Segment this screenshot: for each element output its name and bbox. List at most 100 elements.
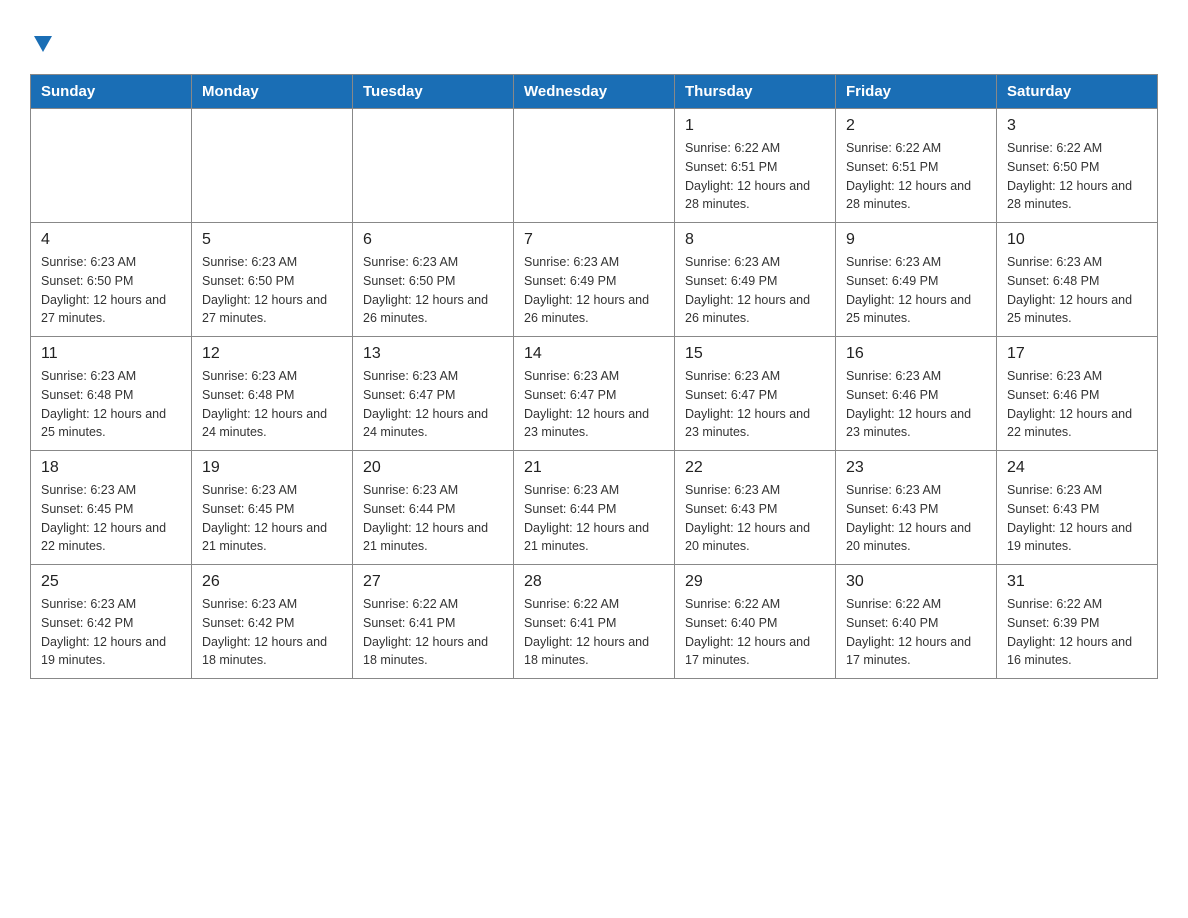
weekday-header-tuesday: Tuesday [353, 75, 514, 109]
day-info: Sunrise: 6:23 AMSunset: 6:48 PMDaylight:… [41, 367, 181, 442]
calendar-cell-5-7: 31Sunrise: 6:22 AMSunset: 6:39 PMDayligh… [997, 565, 1158, 679]
calendar-cell-4-3: 20Sunrise: 6:23 AMSunset: 6:44 PMDayligh… [353, 451, 514, 565]
day-info: Sunrise: 6:23 AMSunset: 6:46 PMDaylight:… [846, 367, 986, 442]
calendar-cell-2-6: 9 Sunrise: 6:23 AMSunset: 6:49 PMDaylight… [836, 223, 997, 337]
logo-arrow-icon [32, 32, 54, 54]
day-number: 1 [685, 117, 825, 135]
day-info: Sunrise: 6:23 AMSunset: 6:43 PMDaylight:… [846, 481, 986, 556]
calendar-cell-2-3: 6 Sunrise: 6:23 AMSunset: 6:50 PMDaylight… [353, 223, 514, 337]
day-number: 28 [524, 573, 664, 591]
day-number: 4 [41, 231, 181, 249]
calendar-cell-3-5: 15 Sunrise: 6:23 AMSunset: 6:47 PMDayligh… [675, 337, 836, 451]
day-number: 2 [846, 117, 986, 135]
day-info: Sunrise: 6:23 AMSunset: 6:44 PMDaylight:… [363, 481, 503, 556]
calendar-cell-5-3: 27 Sunrise: 6:22 AMSunset: 6:41 PMDayligh… [353, 565, 514, 679]
calendar-cell-1-3 [353, 109, 514, 223]
day-number: 18 [41, 459, 181, 477]
page-header [30, 30, 1158, 54]
calendar-week-row-4: 18 Sunrise: 6:23 AMSunset: 6:45 PMDayligh… [31, 451, 1158, 565]
day-number: 7 [524, 231, 664, 249]
day-info: Sunrise: 6:23 AMSunset: 6:49 PMDaylight:… [685, 253, 825, 328]
day-info: Sunrise: 6:23 AMSunset: 6:48 PMDaylight:… [202, 367, 342, 442]
day-number: 16 [846, 345, 986, 363]
weekday-header-monday: Monday [192, 75, 353, 109]
day-number: 25 [41, 573, 181, 591]
day-number: 14 [524, 345, 664, 363]
calendar-cell-5-2: 26 Sunrise: 6:23 AMSunset: 6:42 PMDayligh… [192, 565, 353, 679]
day-info: Sunrise: 6:22 AMSunset: 6:51 PMDaylight:… [846, 139, 986, 214]
day-number: 10 [1007, 231, 1147, 249]
calendar-cell-2-5: 8 Sunrise: 6:23 AMSunset: 6:49 PMDaylight… [675, 223, 836, 337]
calendar-cell-1-7: 3 Sunrise: 6:22 AMSunset: 6:50 PMDaylight… [997, 109, 1158, 223]
day-number: 5 [202, 231, 342, 249]
calendar-cell-5-4: 28 Sunrise: 6:22 AMSunset: 6:41 PMDayligh… [514, 565, 675, 679]
day-info: Sunrise: 6:23 AMSunset: 6:50 PMDaylight:… [202, 253, 342, 328]
day-number: 17 [1007, 345, 1147, 363]
day-number: 19 [202, 459, 342, 477]
weekday-header-saturday: Saturday [997, 75, 1158, 109]
calendar-cell-3-2: 12 Sunrise: 6:23 AMSunset: 6:48 PMDayligh… [192, 337, 353, 451]
calendar-cell-5-5: 29 Sunrise: 6:22 AMSunset: 6:40 PMDayligh… [675, 565, 836, 679]
calendar-cell-2-1: 4 Sunrise: 6:23 AMSunset: 6:50 PMDaylight… [31, 223, 192, 337]
day-info: Sunrise: 6:22 AMSunset: 6:41 PMDaylight:… [363, 595, 503, 670]
logo [30, 30, 54, 54]
day-info: Sunrise: 6:22 AMSunset: 6:40 PMDaylight:… [685, 595, 825, 670]
calendar-cell-3-7: 17 Sunrise: 6:23 AMSunset: 6:46 PMDayligh… [997, 337, 1158, 451]
calendar-cell-5-1: 25 Sunrise: 6:23 AMSunset: 6:42 PMDayligh… [31, 565, 192, 679]
calendar-cell-1-2 [192, 109, 353, 223]
calendar-table: SundayMondayTuesdayWednesdayThursdayFrid… [30, 74, 1158, 679]
calendar-week-row-5: 25 Sunrise: 6:23 AMSunset: 6:42 PMDayligh… [31, 565, 1158, 679]
weekday-header-friday: Friday [836, 75, 997, 109]
day-number: 15 [685, 345, 825, 363]
calendar-cell-1-6: 2 Sunrise: 6:22 AMSunset: 6:51 PMDaylight… [836, 109, 997, 223]
day-number: 27 [363, 573, 503, 591]
day-number: 6 [363, 231, 503, 249]
calendar-cell-3-4: 14 Sunrise: 6:23 AMSunset: 6:47 PMDayligh… [514, 337, 675, 451]
day-number: 13 [363, 345, 503, 363]
day-info: Sunrise: 6:23 AMSunset: 6:44 PMDaylight:… [524, 481, 664, 556]
day-info: Sunrise: 6:23 AMSunset: 6:47 PMDaylight:… [685, 367, 825, 442]
day-number: 31 [1007, 573, 1147, 591]
calendar-cell-5-6: 30 Sunrise: 6:22 AMSunset: 6:40 PMDayligh… [836, 565, 997, 679]
day-info: Sunrise: 6:22 AMSunset: 6:50 PMDaylight:… [1007, 139, 1147, 214]
day-info: Sunrise: 6:23 AMSunset: 6:49 PMDaylight:… [846, 253, 986, 328]
day-number: 22 [685, 459, 825, 477]
day-number: 8 [685, 231, 825, 249]
calendar-header-row: SundayMondayTuesdayWednesdayThursdayFrid… [31, 75, 1158, 109]
day-info: Sunrise: 6:22 AMSunset: 6:40 PMDaylight:… [846, 595, 986, 670]
calendar-cell-3-1: 11 Sunrise: 6:23 AMSunset: 6:48 PMDayligh… [31, 337, 192, 451]
day-info: Sunrise: 6:23 AMSunset: 6:49 PMDaylight:… [524, 253, 664, 328]
day-number: 23 [846, 459, 986, 477]
calendar-week-row-3: 11 Sunrise: 6:23 AMSunset: 6:48 PMDayligh… [31, 337, 1158, 451]
day-info: Sunrise: 6:22 AMSunset: 6:41 PMDaylight:… [524, 595, 664, 670]
weekday-header-wednesday: Wednesday [514, 75, 675, 109]
day-number: 12 [202, 345, 342, 363]
day-info: Sunrise: 6:23 AMSunset: 6:46 PMDaylight:… [1007, 367, 1147, 442]
day-number: 11 [41, 345, 181, 363]
day-info: Sunrise: 6:23 AMSunset: 6:50 PMDaylight:… [41, 253, 181, 328]
day-info: Sunrise: 6:23 AMSunset: 6:42 PMDaylight:… [41, 595, 181, 670]
day-number: 29 [685, 573, 825, 591]
calendar-cell-2-4: 7 Sunrise: 6:23 AMSunset: 6:49 PMDaylight… [514, 223, 675, 337]
calendar-cell-4-7: 24Sunrise: 6:23 AMSunset: 6:43 PMDayligh… [997, 451, 1158, 565]
day-number: 9 [846, 231, 986, 249]
calendar-cell-1-4 [514, 109, 675, 223]
weekday-header-sunday: Sunday [31, 75, 192, 109]
day-info: Sunrise: 6:23 AMSunset: 6:47 PMDaylight:… [524, 367, 664, 442]
day-info: Sunrise: 6:23 AMSunset: 6:42 PMDaylight:… [202, 595, 342, 670]
calendar-cell-4-2: 19Sunrise: 6:23 AMSunset: 6:45 PMDayligh… [192, 451, 353, 565]
day-info: Sunrise: 6:23 AMSunset: 6:47 PMDaylight:… [363, 367, 503, 442]
calendar-cell-4-6: 23 Sunrise: 6:23 AMSunset: 6:43 PMDayligh… [836, 451, 997, 565]
calendar-cell-3-3: 13 Sunrise: 6:23 AMSunset: 6:47 PMDayligh… [353, 337, 514, 451]
day-number: 21 [524, 459, 664, 477]
day-number: 3 [1007, 117, 1147, 135]
calendar-week-row-2: 4 Sunrise: 6:23 AMSunset: 6:50 PMDaylight… [31, 223, 1158, 337]
day-info: Sunrise: 6:23 AMSunset: 6:45 PMDaylight:… [41, 481, 181, 556]
calendar-cell-1-1 [31, 109, 192, 223]
day-number: 30 [846, 573, 986, 591]
calendar-cell-3-6: 16 Sunrise: 6:23 AMSunset: 6:46 PMDayligh… [836, 337, 997, 451]
day-info: Sunrise: 6:23 AMSunset: 6:50 PMDaylight:… [363, 253, 503, 328]
day-number: 26 [202, 573, 342, 591]
calendar-week-row-1: 1 Sunrise: 6:22 AMSunset: 6:51 PMDaylight… [31, 109, 1158, 223]
day-info: Sunrise: 6:23 AMSunset: 6:48 PMDaylight:… [1007, 253, 1147, 328]
